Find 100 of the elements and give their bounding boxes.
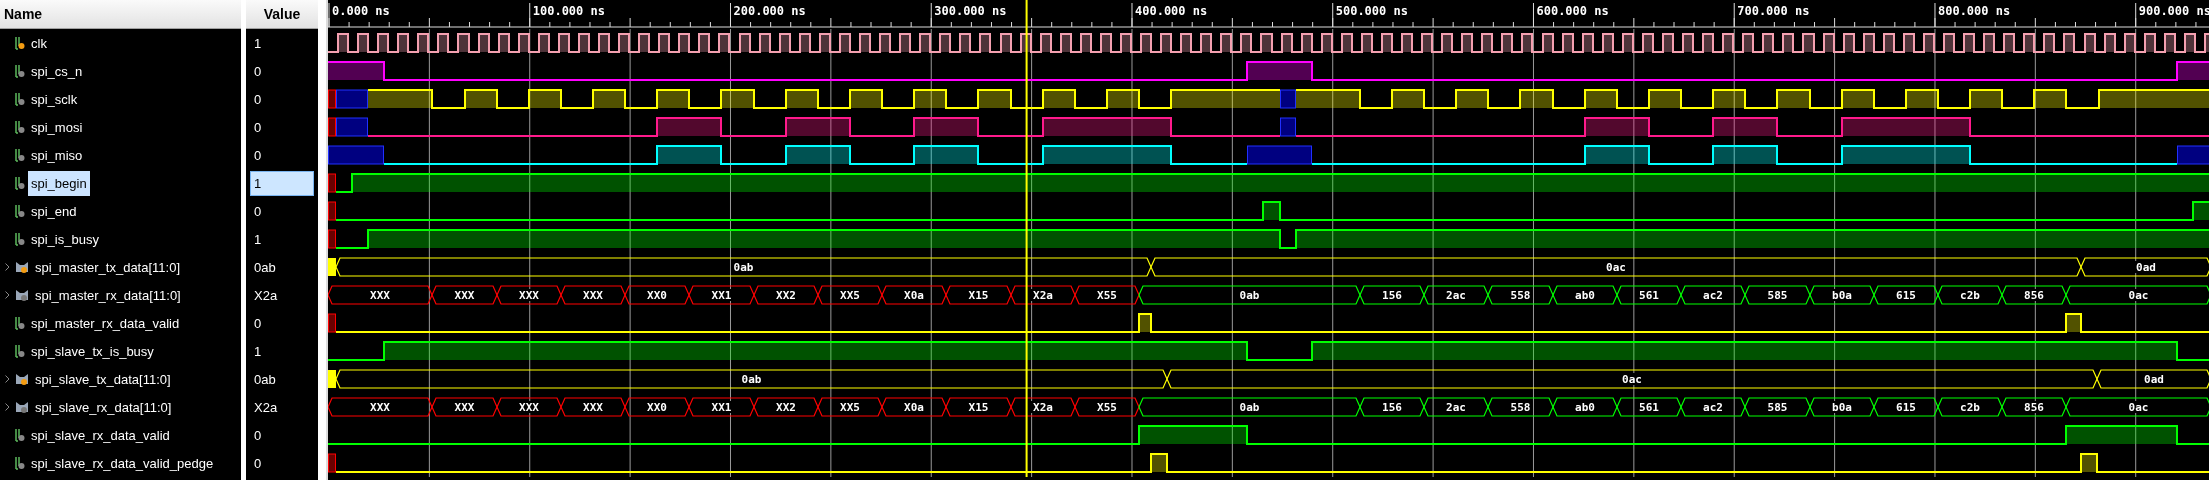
bus-value: X0a bbox=[904, 289, 924, 302]
bus-value: XXX bbox=[370, 401, 390, 414]
signal-name[interactable]: spi_miso bbox=[28, 142, 86, 168]
signal-name[interactable]: spi_master_rx_data[11:0] bbox=[32, 282, 184, 308]
bus-value: XXX bbox=[454, 289, 475, 302]
bus-value: 0ab bbox=[741, 373, 762, 386]
bus-value: 615 bbox=[1896, 401, 1916, 414]
signal-value[interactable]: 1 bbox=[250, 30, 314, 56]
time-label: 500.000 ns bbox=[1335, 4, 1408, 18]
time-label: 100.000 ns bbox=[532, 4, 605, 18]
bus-value: 561 bbox=[1639, 289, 1659, 302]
signal-value[interactable]: X2a bbox=[250, 394, 314, 420]
bus-value: 615 bbox=[1896, 289, 1916, 302]
signal-name[interactable]: spi_is_busy bbox=[28, 226, 102, 252]
bus-value: 0ac bbox=[2128, 401, 2149, 414]
bus-value: 156 bbox=[1382, 401, 1402, 414]
signal-name[interactable]: spi_slave_rx_data_valid_pedge bbox=[28, 450, 217, 476]
signal-value[interactable]: 0 bbox=[250, 142, 314, 168]
bus-value: XXX bbox=[583, 401, 603, 414]
bus-value: XX0 bbox=[647, 289, 667, 302]
bus-value: 585 bbox=[1767, 401, 1788, 414]
signal-value[interactable]: 0 bbox=[250, 58, 314, 84]
bus-value: 0ab bbox=[1239, 289, 1260, 302]
signal-value[interactable]: 0 bbox=[250, 450, 314, 476]
bus-segment bbox=[560, 397, 626, 417]
bus-value: XXX bbox=[519, 401, 539, 414]
signal-name[interactable]: spi_cs_n bbox=[28, 58, 86, 84]
signal-value[interactable]: 0 bbox=[250, 198, 314, 224]
bus-value: 558 bbox=[1510, 401, 1531, 414]
bus-value: XX2 bbox=[776, 289, 796, 302]
signal-name[interactable]: spi_sclk bbox=[28, 86, 81, 112]
bus-value: ab0 bbox=[1575, 401, 1595, 414]
bus-segment bbox=[753, 397, 819, 417]
bus-value: XX2 bbox=[776, 401, 796, 414]
time-label: 800.000 ns bbox=[1937, 4, 2011, 18]
signal-value[interactable]: 0 bbox=[250, 422, 314, 448]
signal-name[interactable]: clk bbox=[28, 30, 50, 56]
bus-value: ac2 bbox=[1703, 401, 1723, 414]
bus-value: XXX bbox=[370, 289, 390, 302]
bus-value: 585 bbox=[1767, 289, 1788, 302]
column-header[interactable]: Name bbox=[4, 6, 43, 22]
signal-name[interactable]: spi_slave_rx_data[11:0] bbox=[32, 394, 175, 420]
signal-name[interactable]: spi_mosi bbox=[28, 114, 86, 140]
bus-segment bbox=[496, 397, 562, 417]
bus-value: 0ac bbox=[1622, 373, 1642, 386]
bus-segment bbox=[1010, 397, 1076, 417]
cursor-line[interactable] bbox=[1025, 0, 1028, 477]
bus-segment bbox=[496, 285, 562, 305]
bus-segment bbox=[817, 285, 883, 305]
expand-chevron-icon[interactable] bbox=[4, 263, 10, 271]
time-label: 200.000 ns bbox=[733, 4, 806, 18]
bus-value: c2b bbox=[1960, 401, 1980, 414]
signal-value[interactable]: 0 bbox=[250, 114, 314, 140]
signal-name[interactable]: spi_slave_rx_data_valid bbox=[28, 422, 173, 448]
expand-chevron-icon[interactable] bbox=[4, 403, 10, 411]
bus-segment bbox=[560, 285, 626, 305]
bus-value: XX1 bbox=[711, 289, 732, 302]
signal-value[interactable]: X2a bbox=[250, 282, 314, 308]
bus-value: XX1 bbox=[711, 401, 732, 414]
expand-chevron-icon[interactable] bbox=[4, 375, 10, 383]
bus-segment bbox=[945, 397, 1012, 417]
bus-value: b0a bbox=[1832, 401, 1852, 414]
signal-name[interactable]: spi_end bbox=[28, 198, 80, 224]
signal-name[interactable]: spi_begin bbox=[28, 170, 90, 196]
bus-value: XXX bbox=[519, 289, 539, 302]
signal-value[interactable]: 0 bbox=[250, 86, 314, 112]
signal-value[interactable]: 0ab bbox=[250, 254, 314, 280]
bus-value: X0a bbox=[904, 401, 924, 414]
signal-name[interactable]: spi_master_rx_data_valid bbox=[28, 310, 183, 336]
bus-segment bbox=[688, 285, 755, 305]
bus-value: X2a bbox=[1033, 289, 1053, 302]
expand-chevron-icon[interactable] bbox=[4, 291, 10, 299]
bus-segment bbox=[945, 285, 1012, 305]
bus-value: c2b bbox=[1960, 289, 1980, 302]
signal-value[interactable]: 1 bbox=[250, 170, 314, 196]
bus-value: 0ac bbox=[2128, 289, 2149, 302]
bus-segment bbox=[881, 285, 947, 305]
signal-value[interactable]: 0 bbox=[250, 310, 314, 336]
signal-name[interactable]: spi_slave_tx_is_busy bbox=[28, 338, 157, 364]
signal-name[interactable]: spi_slave_tx_data[11:0] bbox=[32, 366, 174, 392]
bus-value: 0ad bbox=[2136, 261, 2156, 274]
signal-value[interactable]: 0ab bbox=[250, 366, 314, 392]
time-label: 300.000 ns bbox=[934, 4, 1007, 18]
bus-value: X15 bbox=[968, 289, 989, 302]
signal-value[interactable]: 1 bbox=[250, 338, 314, 364]
bus-segment bbox=[624, 285, 690, 305]
bus-value: 156 bbox=[1382, 289, 1402, 302]
bus-value: 2ac bbox=[1446, 401, 1466, 414]
signal-name[interactable]: spi_master_tx_data[11:0] bbox=[32, 254, 183, 280]
bus-segment bbox=[624, 397, 690, 417]
bus-value: X2a bbox=[1033, 401, 1053, 414]
bus-value: 856 bbox=[2024, 401, 2044, 414]
signal-value[interactable]: 1 bbox=[250, 226, 314, 252]
bus-value: XXX bbox=[454, 401, 475, 414]
bus-segment bbox=[753, 285, 819, 305]
bus-value: 561 bbox=[1639, 401, 1659, 414]
time-label: 600.000 ns bbox=[1536, 4, 1609, 18]
bus-value: X55 bbox=[1097, 289, 1117, 302]
bus-value: 0ad bbox=[2144, 373, 2164, 386]
bus-value: X55 bbox=[1097, 401, 1117, 414]
